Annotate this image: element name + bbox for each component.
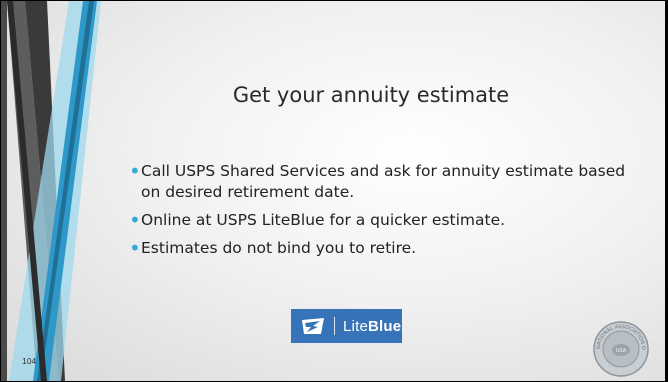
bullet-text: Online at USPS LiteBlue for a quicker es… xyxy=(141,211,506,229)
bullet-item: • Online at USPS LiteBlue for a quicker e… xyxy=(129,210,633,231)
slide-title: Get your annuity estimate xyxy=(232,83,510,107)
slide: Get your annuity estimate • Call USPS Sha… xyxy=(1,1,667,381)
liteblue-logo: LiteBlue xyxy=(291,309,402,343)
nalc-seal-icon: NATIONAL ASSOCIATION OF LETTER CARRIERS … xyxy=(592,320,649,377)
logo-divider xyxy=(334,317,335,335)
liteblue-wordmark: LiteBlue xyxy=(343,317,402,335)
bullet-dot-icon: • xyxy=(129,236,141,260)
bullet-dot-icon: • xyxy=(129,208,141,232)
decorative-stripes xyxy=(1,1,101,381)
bullet-text: Estimates do not bind you to retire. xyxy=(141,239,417,257)
usps-eagle-icon xyxy=(302,318,324,334)
slide-number: 104 xyxy=(22,356,37,366)
bullet-item: • Estimates do not bind you to retire. xyxy=(129,238,633,259)
svg-text:USA: USA xyxy=(616,348,627,354)
bullet-item: • Call USPS Shared Services and ask for a… xyxy=(129,161,633,203)
bullet-text: Call USPS Shared Services and ask for an… xyxy=(141,162,626,201)
bullet-list: • Call USPS Shared Services and ask for a… xyxy=(129,161,633,266)
bullet-dot-icon: • xyxy=(129,159,141,183)
